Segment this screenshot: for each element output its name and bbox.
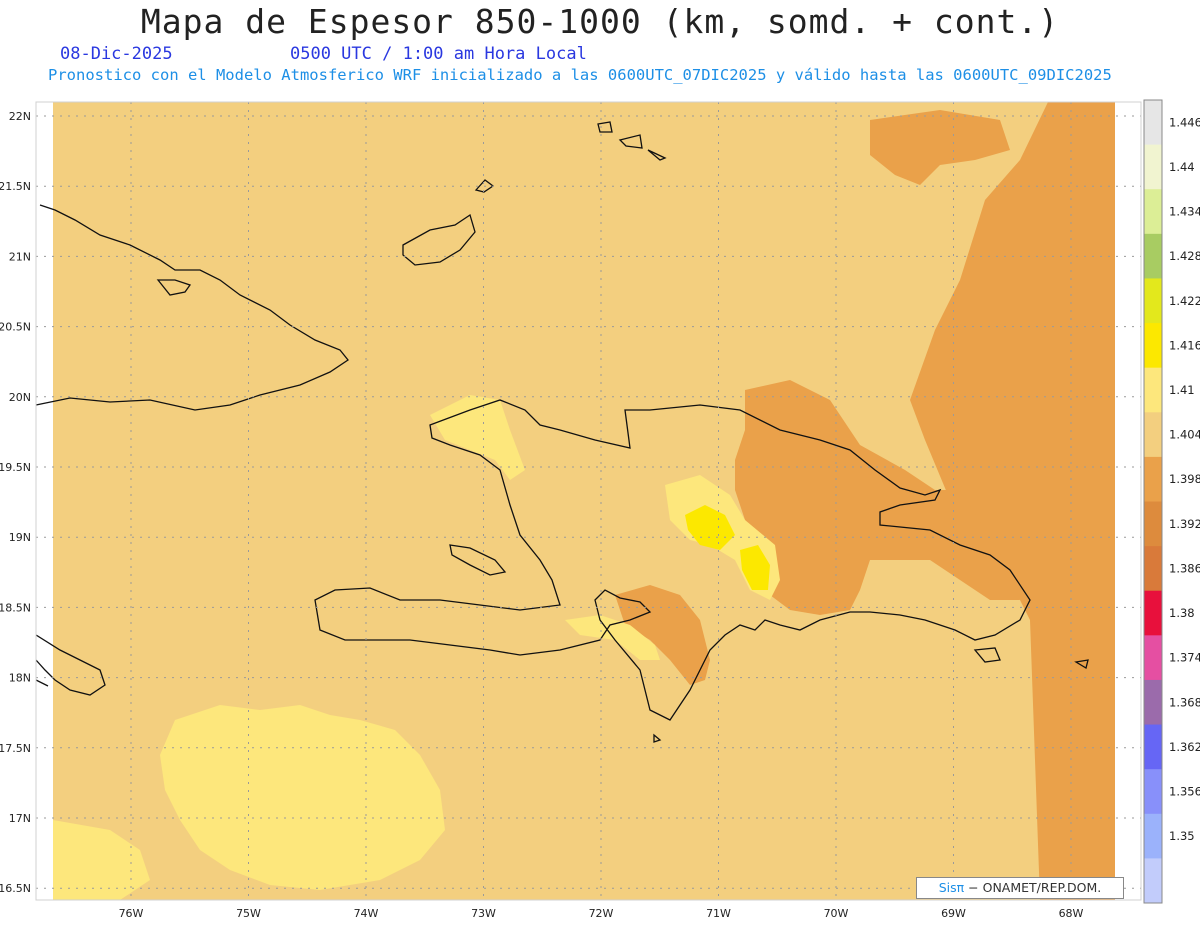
lat-label: 20.5N bbox=[0, 321, 31, 334]
colorbar-label: 1.44 bbox=[1169, 160, 1195, 174]
colorbar-swatch bbox=[1144, 412, 1162, 458]
lon-label: 73W bbox=[471, 907, 496, 920]
colorbar-swatch bbox=[1144, 456, 1162, 502]
lat-label: 19.5N bbox=[0, 461, 31, 474]
lat-label: 19N bbox=[9, 531, 31, 544]
colorbar-swatch bbox=[1144, 546, 1162, 592]
colorbar-label: 1.362 bbox=[1169, 740, 1200, 754]
lon-label: 76W bbox=[119, 907, 144, 920]
colorbar-label: 1.446 bbox=[1169, 115, 1200, 129]
colorbar-swatch bbox=[1144, 858, 1162, 904]
colorbar-label: 1.416 bbox=[1169, 338, 1200, 352]
lon-label: 68W bbox=[1059, 907, 1084, 920]
lat-label: 22N bbox=[9, 110, 31, 123]
lat-label: 18.5N bbox=[0, 601, 31, 614]
colorbar-label: 1.368 bbox=[1169, 695, 1200, 709]
colorbar: 1.446 1.44 1.434 1.428 1.422 1.416 1.41 1.404 1.… bbox=[1143, 99, 1200, 904]
lat-label: 16.5N bbox=[0, 882, 31, 895]
colorbar-swatch bbox=[1144, 233, 1162, 279]
lon-label: 72W bbox=[589, 907, 614, 920]
thickness-map: 22N 21.5N 21N 20.5N 20N 19.5N 19N 18.5N 18N 17.5N… bbox=[0, 99, 1200, 920]
longitude-labels: 76W 75W 74W 73W 72W 71W 70W 69W 68W bbox=[119, 907, 1084, 920]
latitude-labels: 22N 21.5N 21N 20.5N 20N 19.5N 19N 18.5N 18N 17.5N… bbox=[0, 110, 31, 895]
credit-text: − ONAMET/REP.DOM. bbox=[968, 880, 1102, 895]
lon-label: 71W bbox=[706, 907, 731, 920]
lon-label: 69W bbox=[941, 907, 966, 920]
colorbar-label: 1.434 bbox=[1169, 205, 1200, 219]
colorbar-swatch bbox=[1144, 635, 1162, 681]
colorbar-swatch bbox=[1144, 590, 1162, 636]
colorbar-swatch bbox=[1144, 278, 1162, 324]
colorbar-label: 1.422 bbox=[1169, 294, 1200, 308]
colorbar-swatch bbox=[1144, 144, 1162, 190]
colorbar-label: 1.404 bbox=[1169, 428, 1200, 442]
colorbar-swatch bbox=[1144, 724, 1162, 770]
credit-sis: Sisπ bbox=[938, 880, 965, 895]
colorbar-label: 1.41 bbox=[1169, 383, 1195, 397]
colorbar-swatch bbox=[1144, 323, 1162, 369]
colorbar-swatch bbox=[1144, 769, 1162, 815]
colorbar-swatch bbox=[1144, 679, 1162, 726]
lat-label: 21N bbox=[9, 250, 31, 263]
lat-label: 21.5N bbox=[0, 180, 31, 193]
colorbar-swatch bbox=[1144, 813, 1162, 859]
colorbar-swatch bbox=[1144, 367, 1162, 413]
colorbar-swatch bbox=[1144, 501, 1162, 547]
lat-label: 20N bbox=[9, 391, 31, 404]
lat-label: 17.5N bbox=[0, 742, 31, 755]
colorbar-label: 1.398 bbox=[1169, 472, 1200, 486]
lon-label: 75W bbox=[236, 907, 261, 920]
lon-label: 70W bbox=[824, 907, 849, 920]
colorbar-swatch bbox=[1144, 189, 1162, 235]
colorbar-label: 1.386 bbox=[1169, 561, 1200, 575]
colorbar-label: 1.374 bbox=[1169, 651, 1200, 665]
colorbar-swatch bbox=[1144, 100, 1162, 146]
credit-box: Sisπ − ONAMET/REP.DOM. bbox=[916, 877, 1124, 899]
colorbar-label: 1.35 bbox=[1169, 829, 1195, 843]
lat-label: 17N bbox=[9, 812, 31, 825]
colorbar-label: 1.38 bbox=[1169, 606, 1195, 620]
lon-label: 74W bbox=[354, 907, 379, 920]
colorbar-label: 1.392 bbox=[1169, 517, 1200, 531]
colorbar-label: 1.356 bbox=[1169, 784, 1200, 798]
colorbar-label: 1.428 bbox=[1169, 249, 1200, 263]
lat-label: 18N bbox=[9, 672, 31, 685]
